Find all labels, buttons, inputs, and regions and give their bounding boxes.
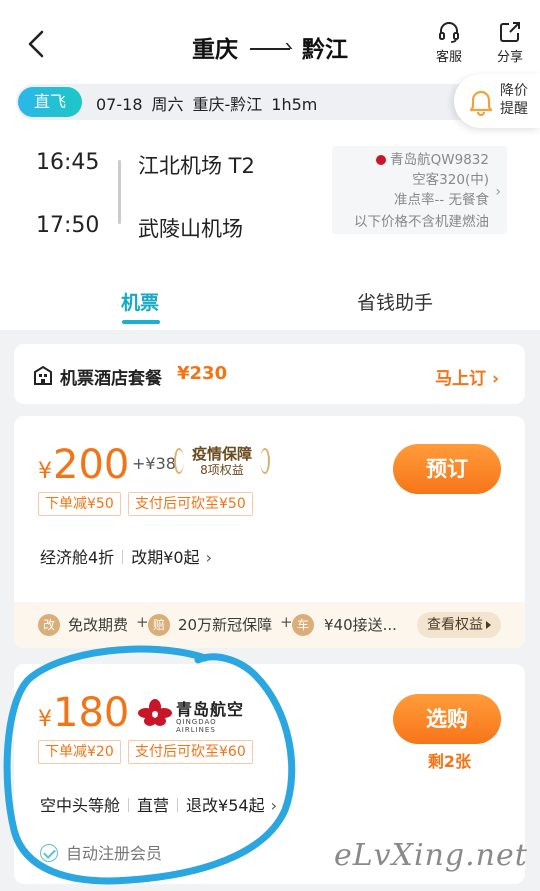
logo-text-en: QINGDAO AIRLINES: [176, 718, 217, 734]
airline-logo-icon: [376, 155, 387, 165]
car-benefit-icon: 车: [292, 614, 314, 636]
arrival-airport: 武陵山机场: [138, 217, 243, 241]
change-benefit-icon: 改: [38, 614, 60, 636]
refund-change-fee: 退改¥54起: [186, 796, 265, 815]
compensation-benefit-icon: 赔: [148, 614, 170, 636]
price-value: 200: [53, 442, 130, 488]
share-button[interactable]: 分享: [485, 20, 535, 65]
price-value: 180: [53, 690, 130, 736]
airline-flight-number: 青岛航QW9832: [390, 152, 489, 168]
extra-price: +¥38: [132, 454, 176, 473]
ticket-offer-card: ¥200 +¥38 疫情保障 8项权益 下单减¥50 支付后可砍至¥50 预订 …: [14, 416, 525, 648]
coupon-tag: 支付后可砍至¥50: [128, 492, 253, 516]
coupon-tag: 下单减¥50: [38, 492, 121, 516]
package-name: 机票酒店套餐: [60, 369, 162, 389]
customer-service-button[interactable]: 客服: [424, 20, 474, 65]
auto-register-member[interactable]: 自动注册会员: [40, 840, 162, 864]
chevron-right-icon: ›: [205, 548, 212, 567]
coupon-tag: 支付后可砍至¥60: [128, 740, 253, 764]
offer-price: ¥200: [38, 442, 129, 488]
triangle-right-icon: [486, 621, 491, 629]
benefit-text: 免改期费: [68, 616, 129, 634]
auto-register-label: 自动注册会员: [66, 844, 163, 863]
bell-icon: [469, 90, 493, 116]
epidemic-protection-badge[interactable]: 疫情保障 8项权益: [174, 445, 270, 478]
destination-city: 黔江: [302, 37, 348, 63]
customer-service-label: 客服: [435, 50, 462, 65]
top-panel: 重庆 黔江 客服 分享 直飞 07-18 周六 重庆-黔江 1h5m 降价提醒 …: [0, 0, 540, 330]
headset-icon: [439, 22, 459, 43]
punctuality-meal: 准点率-- 无餐食: [393, 192, 489, 208]
tab-saving-assistant[interactable]: 省钱助手: [357, 288, 433, 315]
divider: [122, 550, 124, 564]
hotel-icon: [34, 365, 52, 385]
navigation-bar: 重庆 黔江 客服 分享: [0, 0, 540, 84]
benefit-text: ¥40接送...: [324, 616, 397, 634]
coupon-tag: 下单减¥20: [38, 740, 121, 764]
divider: [177, 798, 179, 812]
route-line: [118, 160, 121, 224]
flight-date: 07-18: [96, 95, 143, 114]
tab-flight-ticket[interactable]: 机票: [121, 288, 159, 315]
flight-detail-box[interactable]: 青岛航QW9832 空客320(中) 准点率-- 无餐食 以下价格不含机建燃油 …: [332, 146, 507, 234]
flight-weekday: 周六: [151, 95, 184, 114]
price-alert-button[interactable]: 降价提醒: [454, 74, 540, 128]
tab-bar: 机票 省钱助手: [0, 276, 540, 330]
plus-icon: +: [280, 613, 293, 631]
change-fee: 改期¥0起: [131, 548, 200, 567]
chevron-right-icon: ›: [270, 796, 277, 815]
flower-logo-icon: [138, 699, 172, 726]
purchase-button[interactable]: 选购: [393, 694, 501, 744]
offer-price: ¥180: [38, 690, 129, 736]
cabin-class: 空中头等舱: [40, 796, 121, 815]
laurel-right-icon: [260, 448, 270, 474]
qingdao-airlines-logo: 青岛航空 QINGDAO AIRLINES: [138, 698, 258, 734]
direct-flight-tag: 直飞: [18, 87, 82, 117]
currency-symbol: ¥: [38, 707, 52, 732]
flight-duration: 1h5m: [271, 95, 318, 114]
tab-active-indicator: [122, 320, 160, 324]
cabin-info[interactable]: 空中头等舱 直营 退改¥54起 ›: [40, 792, 277, 816]
share-icon: [500, 22, 520, 42]
view-rights-label: 查看权益: [427, 617, 483, 633]
flight-summary: 07-18 周六 重庆-黔江 1h5m: [96, 91, 326, 115]
origin-city: 重庆: [192, 37, 238, 63]
price-alert-label: 降价提醒: [500, 83, 528, 117]
cabin-class: 经济舱4折: [40, 548, 115, 567]
route-arrow-icon: [250, 47, 290, 50]
direct-sale: 直营: [137, 796, 170, 815]
flight-hotel-package-card[interactable]: 机票酒店套餐 ¥230 马上订 ›: [14, 344, 525, 404]
arrival-time: 17:50: [36, 213, 100, 238]
logo-text-cn: 青岛航空: [176, 700, 245, 719]
package-book-now-link[interactable]: 马上订 ›: [435, 364, 499, 389]
view-rights-button[interactable]: 查看权益: [417, 612, 501, 638]
price-note: 以下价格不含机建燃油: [354, 214, 489, 230]
book-button[interactable]: 预订: [393, 444, 501, 494]
flight-route: 重庆-黔江: [192, 95, 263, 114]
watermark-text: eLvXing.net: [334, 838, 528, 873]
remaining-seats: 剩2张: [427, 752, 471, 771]
cabin-info[interactable]: 经济舱4折 改期¥0起 ›: [40, 544, 212, 568]
plus-icon: +: [136, 613, 149, 631]
benefit-text: 20万新冠保障: [178, 616, 273, 634]
laurel-left-icon: [174, 448, 184, 474]
currency-symbol: ¥: [38, 459, 52, 484]
divider: [128, 798, 130, 812]
chevron-right-icon: ›: [495, 184, 501, 200]
benefits-bar: 改 免改期费 + 赔 20万新冠保障 + 车 ¥40接送... 查看权益: [14, 602, 525, 648]
departure-airport: 江北机场 T2: [138, 154, 255, 178]
departure-time: 16:45: [36, 150, 100, 175]
badge-title: 疫情保障: [191, 445, 252, 463]
package-price: ¥230: [177, 363, 228, 384]
aircraft-type: 空客320(中): [412, 172, 489, 188]
share-label: 分享: [496, 50, 523, 65]
badge-subtitle: 8项权益: [200, 463, 244, 477]
check-circle-icon: [40, 844, 58, 862]
